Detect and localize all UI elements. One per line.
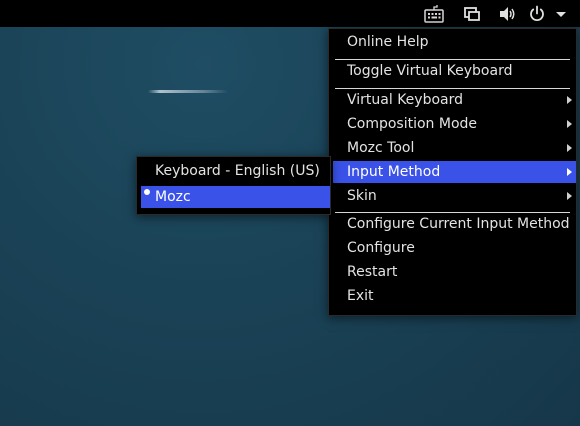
menu-item-label: Composition Mode (347, 116, 478, 132)
menu-item-restart[interactable]: Restart (329, 260, 576, 284)
menu-item-label: Configure Current Input Method (347, 216, 570, 232)
submenu-item-keyboard-english-us[interactable]: Keyboard - English (US) (137, 159, 330, 183)
submenu-item-mozc[interactable]: Mozc (141, 186, 330, 208)
menu-item-label: Exit (347, 288, 374, 304)
submenu-item-label: Keyboard - English (US) (155, 163, 320, 179)
menu-item-label: Virtual Keyboard (347, 92, 464, 108)
menu-item-virtual-keyboard[interactable]: Virtual Keyboard (329, 88, 576, 112)
keyboard-icon[interactable] (423, 3, 445, 25)
menu-item-label: Skin (347, 188, 377, 204)
menu-item-input-method[interactable]: Input Method (333, 161, 576, 183)
menu-item-label: Input Method (347, 164, 441, 180)
menu-item-label: Toggle Virtual Keyboard (347, 63, 513, 79)
menu-item-exit[interactable]: Exit (329, 284, 576, 308)
power-icon[interactable] (526, 3, 548, 25)
tray-context-menu: Online Help Toggle Virtual Keyboard Virt… (328, 28, 577, 316)
input-method-submenu: Keyboard - English (US) Mozc (136, 156, 331, 215)
top-panel (0, 0, 580, 27)
submenu-item-label: Mozc (155, 189, 191, 205)
volume-icon[interactable] (497, 3, 519, 25)
menu-item-label: Configure (347, 240, 415, 256)
windows-icon[interactable] (461, 3, 483, 25)
dropdown-arrow-icon[interactable] (550, 3, 572, 25)
menu-item-configure-current-input-method[interactable]: Configure Current Input Method (329, 212, 576, 236)
submenu-arrow-icon (567, 144, 572, 152)
submenu-arrow-icon (567, 120, 572, 128)
menu-item-label: Mozc Tool (347, 140, 415, 156)
menu-item-toggle-virtual-keyboard[interactable]: Toggle Virtual Keyboard (329, 59, 576, 83)
menu-item-skin[interactable]: Skin (329, 184, 576, 208)
submenu-arrow-icon (567, 168, 572, 176)
submenu-arrow-icon (567, 96, 572, 104)
menu-item-configure[interactable]: Configure (329, 236, 576, 260)
menu-item-composition-mode[interactable]: Composition Mode (329, 112, 576, 136)
menu-item-label: Restart (347, 264, 398, 280)
menu-item-online-help[interactable]: Online Help (329, 30, 576, 54)
wallpaper-streak (148, 90, 228, 93)
submenu-arrow-icon (567, 192, 572, 200)
menu-item-label: Online Help (347, 34, 429, 50)
menu-item-mozc-tool[interactable]: Mozc Tool (329, 136, 576, 160)
radio-selected-icon (144, 189, 150, 195)
